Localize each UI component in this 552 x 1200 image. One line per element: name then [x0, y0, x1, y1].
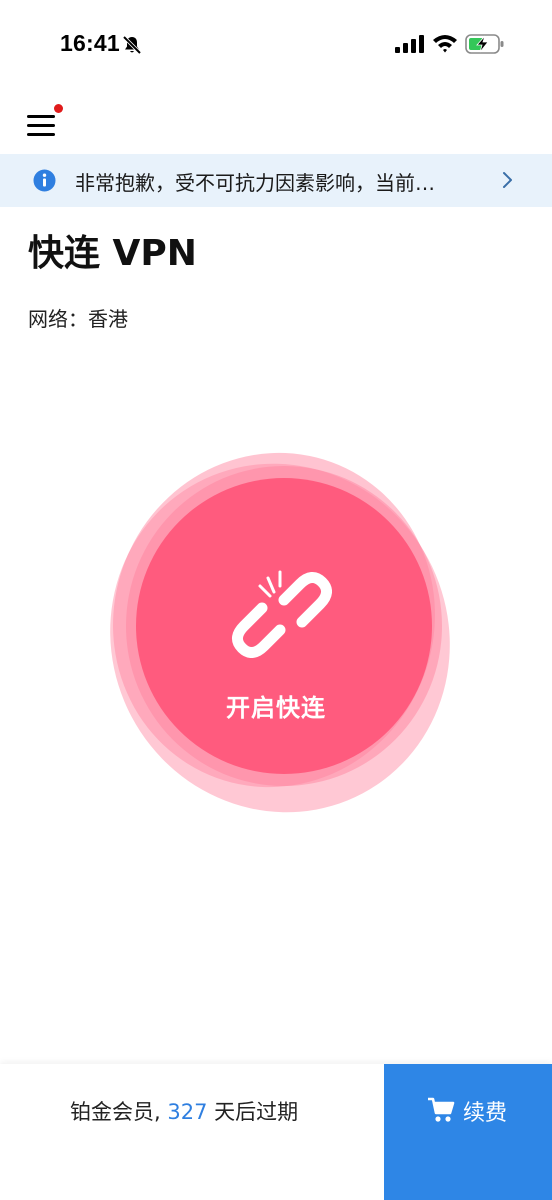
status-time: 16:41: [60, 30, 120, 56]
wifi-icon: [433, 35, 457, 53]
status-bar: 16:41: [0, 0, 552, 90]
notice-banner[interactable]: 非常抱歉，受不可抗力因素影响，当前…: [0, 154, 552, 207]
connect-button-label: 开启快连: [226, 694, 326, 722]
membership-status: 铂金会员, 327 天后过期: [70, 1096, 298, 1126]
notification-dot: [54, 104, 63, 113]
broken-link-icon: [232, 570, 332, 658]
connect-button[interactable]: 开启快连: [136, 478, 432, 774]
renew-button-label: 续费: [463, 1101, 508, 1126]
membership-prefix: 铂金会员,: [70, 1100, 168, 1124]
connect-area: 开启快连: [0, 420, 552, 840]
days-remaining: 327: [167, 1100, 208, 1124]
cellular-signal-icon: [395, 35, 424, 53]
battery-charging-icon: [465, 34, 504, 54]
page-title: 快连 VPN: [28, 233, 197, 274]
membership-suffix: 天后过期: [207, 1100, 299, 1124]
shopping-cart-icon: [428, 1097, 455, 1122]
bell-slash-icon: [122, 35, 142, 55]
info-icon: [33, 169, 56, 192]
chevron-right-icon[interactable]: [501, 170, 515, 190]
notice-text: 非常抱歉，受不可抗力因素影响，当前…: [75, 171, 435, 195]
network-label: 网络：: [28, 307, 88, 331]
bottom-bar: 铂金会员, 327 天后过期 续费: [0, 1064, 552, 1200]
menu-button[interactable]: [22, 104, 66, 148]
renew-button[interactable]: 续费: [384, 1064, 552, 1200]
network-value: 香港: [88, 307, 128, 331]
network-info: 网络：香港: [28, 303, 128, 332]
hamburger-menu-icon: [27, 115, 55, 136]
